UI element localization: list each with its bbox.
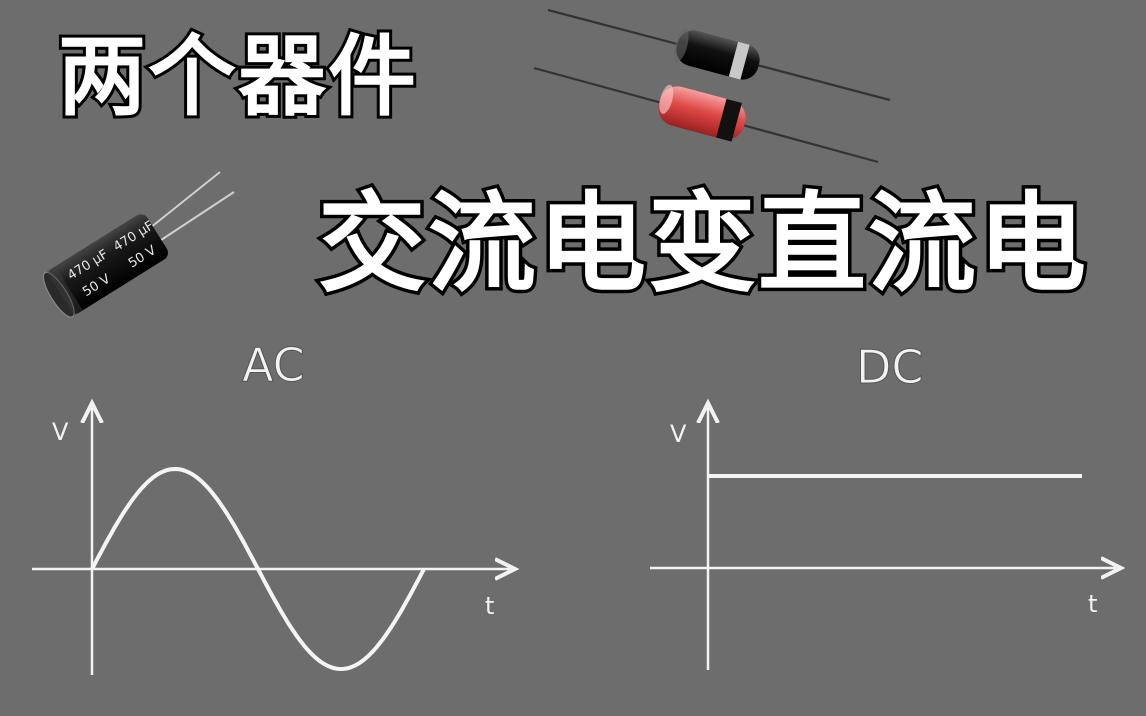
dc-graph bbox=[650, 408, 1116, 670]
ac-x-axis-label: t bbox=[485, 592, 495, 620]
dc-x-axis-label: t bbox=[1088, 590, 1098, 618]
capacitor-icon: 470 μF 50 V 470 μF 50 V bbox=[42, 171, 235, 318]
diode-red-icon bbox=[533, 66, 879, 164]
ac-y-axis-label: V bbox=[52, 418, 69, 446]
dc-graph-title: DC bbox=[856, 340, 925, 394]
ac-graph bbox=[32, 408, 510, 675]
ac-graph-title: AC bbox=[242, 338, 306, 392]
dc-y-axis-label: V bbox=[670, 420, 687, 448]
slide: 两个器件 交流电变直流电 470 μF 50 V 470 μF 50 V AC … bbox=[0, 0, 1146, 716]
illustration-layer: 470 μF 50 V 470 μF 50 V bbox=[32, 8, 1146, 675]
